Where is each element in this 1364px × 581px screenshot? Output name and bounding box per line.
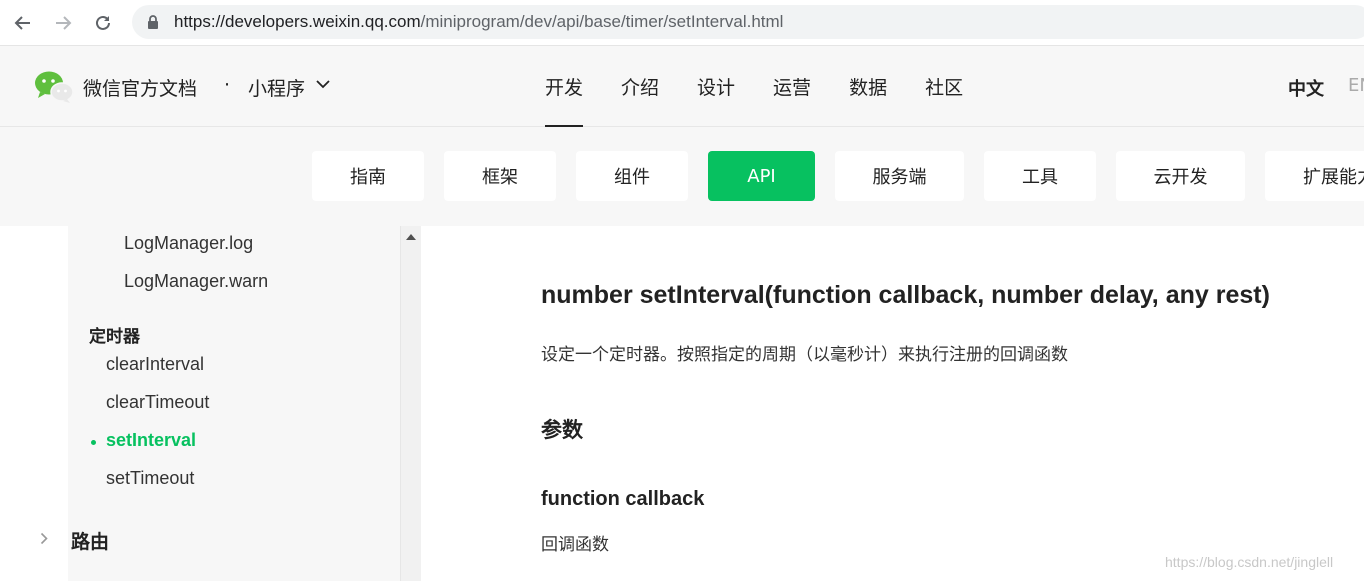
subnav-extension[interactable]: 扩展能力 xyxy=(1265,151,1364,201)
subnav-guide[interactable]: 指南 xyxy=(312,151,424,201)
reload-icon xyxy=(96,15,110,30)
url-host: https://developers.weixin.qq.com xyxy=(174,12,421,31)
sidebar-scrollbar[interactable] xyxy=(400,226,421,581)
main-nav-design[interactable]: 设计 xyxy=(678,46,754,127)
sidebar-item-logmanager-log[interactable]: LogManager.log xyxy=(124,233,253,254)
sidebar: LogManager.log LogManager.warn 定时器 clear… xyxy=(0,226,400,581)
param-callback-name: function callback xyxy=(541,488,705,510)
main-nav-data[interactable]: 数据 xyxy=(830,46,906,127)
main-content: number setInterval(function callback, nu… xyxy=(421,226,1364,581)
subnav-framework[interactable]: 框架 xyxy=(444,151,556,201)
main-nav-intro[interactable]: 介绍 xyxy=(602,46,678,127)
lock-icon xyxy=(148,15,158,29)
url-path: /miniprogram/dev/api/base/timer/setInter… xyxy=(420,12,784,31)
back-button[interactable] xyxy=(10,10,36,36)
sidebar-item-settimeout[interactable]: setTimeout xyxy=(106,468,194,489)
subnav-server[interactable]: 服务端 xyxy=(835,151,964,201)
subnav-components[interactable]: 组件 xyxy=(576,151,688,201)
sidebar-section-timer[interactable]: 定时器 xyxy=(89,322,140,347)
main-nav-operation[interactable]: 运营 xyxy=(754,46,830,127)
sidebar-item-setinterval[interactable]: setInterval xyxy=(106,430,196,451)
main-nav: 开发 介绍 设计 运营 数据 社区 xyxy=(526,46,982,127)
api-description: 设定一个定时器。按照指定的周期（以毫秒计）来执行注册的回调函数 xyxy=(541,345,1068,365)
main-nav-community[interactable]: 社区 xyxy=(906,46,982,127)
sidebar-item-logmanager-warn[interactable]: LogManager.warn xyxy=(124,271,268,292)
product-switcher[interactable]: 小程序 xyxy=(248,74,305,101)
sidebar-item-cleartimeout[interactable]: clearTimeout xyxy=(106,392,209,413)
params-heading: 参数 xyxy=(541,418,583,442)
browser-toolbar: https://developers.weixin.qq.com/minipro… xyxy=(0,0,1364,46)
title-separator: · xyxy=(224,74,231,96)
page-title: number setInterval(function callback, nu… xyxy=(541,281,1270,309)
subnav-api[interactable]: API xyxy=(708,151,815,201)
sidebar-group-route[interactable]: 路由 xyxy=(71,527,109,554)
subnav-tools[interactable]: 工具 xyxy=(984,151,1096,201)
reload-button[interactable] xyxy=(90,10,116,36)
url-text: https://developers.weixin.qq.com/minipro… xyxy=(174,11,783,33)
site-title[interactable]: 微信官方文档 xyxy=(83,74,197,101)
address-bar[interactable]: https://developers.weixin.qq.com/minipro… xyxy=(132,5,1364,39)
lang-zh[interactable]: 中文 xyxy=(1288,75,1324,101)
site-header: 微信官方文档 · 小程序 开发 介绍 设计 运营 数据 社区 中文 EN xyxy=(0,46,1364,127)
wechat-logo-icon[interactable] xyxy=(34,70,74,104)
subnav-cloud[interactable]: 云开发 xyxy=(1116,151,1245,201)
sub-nav: 指南 框架 组件 API 服务端 工具 云开发 扩展能力 xyxy=(0,127,1364,226)
watermark: https://blog.csdn.net/jinglell xyxy=(1165,554,1334,570)
scroll-up-arrow-icon[interactable] xyxy=(406,234,416,240)
param-callback-desc: 回调函数 xyxy=(541,535,609,555)
lang-en[interactable]: EN xyxy=(1348,75,1364,96)
forward-button[interactable] xyxy=(50,10,76,36)
arrow-right-icon xyxy=(56,16,72,30)
chevron-down-icon[interactable] xyxy=(316,80,330,89)
main-nav-dev[interactable]: 开发 xyxy=(526,46,602,127)
sidebar-item-clearinterval[interactable]: clearInterval xyxy=(106,354,204,375)
chevron-right-icon[interactable] xyxy=(40,532,49,545)
arrow-left-icon xyxy=(14,16,30,30)
active-indicator-dot xyxy=(91,440,96,445)
